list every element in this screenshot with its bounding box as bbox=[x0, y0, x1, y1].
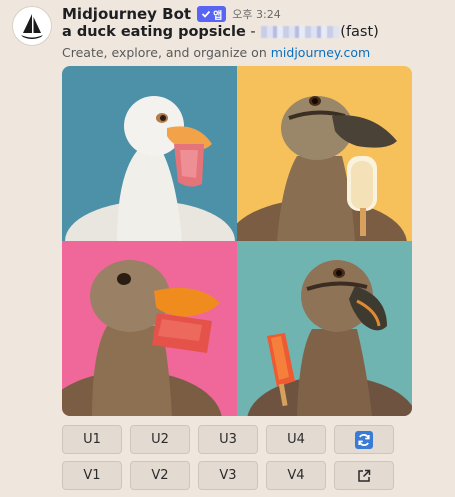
refresh-icon bbox=[355, 430, 373, 449]
variation-button-4[interactable]: V4 bbox=[266, 461, 326, 490]
image-tile-4[interactable] bbox=[237, 241, 412, 416]
action-buttons: U1 U2 U3 U4 V1 V2 V3 V4 bbox=[62, 425, 394, 497]
app-badge: 앱 bbox=[197, 6, 227, 22]
image-tile-1[interactable] bbox=[62, 66, 237, 241]
mallard-duck-image bbox=[237, 66, 412, 241]
upscale-button-2[interactable]: U2 bbox=[130, 425, 190, 454]
variation-button-3[interactable]: V3 bbox=[198, 461, 258, 490]
white-duck-image bbox=[62, 66, 237, 241]
external-link-icon bbox=[358, 469, 371, 482]
reroll-button[interactable] bbox=[334, 425, 394, 454]
bot-name[interactable]: Midjourney Bot bbox=[62, 5, 191, 23]
midjourney-link[interactable]: midjourney.com bbox=[271, 45, 370, 60]
open-link-button[interactable] bbox=[334, 461, 394, 490]
subtitle-line: Create, explore, and organize on midjour… bbox=[62, 45, 370, 60]
message-header: Midjourney Bot 앱 오후 3:24 bbox=[62, 3, 281, 25]
prompt-separator: - bbox=[245, 24, 261, 40]
variation-button-1[interactable]: V1 bbox=[62, 461, 122, 490]
app-badge-label: 앱 bbox=[213, 10, 223, 22]
sailboat-logo-icon bbox=[13, 7, 51, 45]
subtitle-text: Create, explore, and organize on bbox=[62, 45, 271, 60]
upscale-button-4[interactable]: U4 bbox=[266, 425, 326, 454]
prompt-speed: (fast) bbox=[340, 24, 379, 40]
image-tile-3[interactable] bbox=[62, 241, 237, 416]
variation-row: V1 V2 V3 V4 bbox=[62, 461, 394, 490]
upscale-button-3[interactable]: U3 bbox=[198, 425, 258, 454]
image-grid[interactable] bbox=[62, 66, 412, 416]
image-tile-2[interactable] bbox=[237, 66, 412, 241]
redacted-username bbox=[261, 26, 340, 38]
mallard-duck-image-2 bbox=[237, 241, 412, 416]
prompt-line: a duck eating popsicle - (fast) bbox=[62, 24, 379, 40]
timestamp: 오후 3:24 bbox=[232, 8, 281, 21]
bot-avatar[interactable] bbox=[12, 6, 52, 46]
variation-button-2[interactable]: V2 bbox=[130, 461, 190, 490]
prompt-text: a duck eating popsicle bbox=[62, 24, 246, 40]
brown-duck-image bbox=[62, 241, 237, 416]
upscale-row: U1 U2 U3 U4 bbox=[62, 425, 394, 454]
checkmark-icon bbox=[201, 10, 211, 18]
upscale-button-1[interactable]: U1 bbox=[62, 425, 122, 454]
